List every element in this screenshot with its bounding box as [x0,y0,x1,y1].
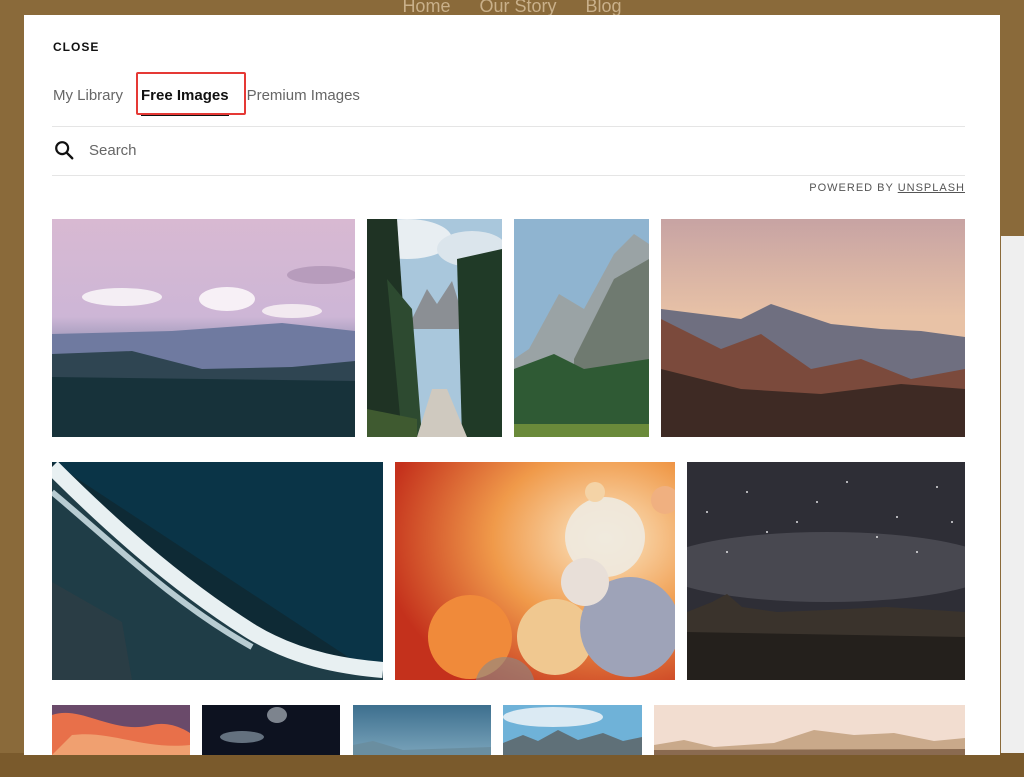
image-thumb[interactable] [353,705,491,755]
image-picker-modal: CLOSE My Library Free Images Premium Ima… [24,15,1000,755]
background-footer [0,753,1024,777]
powered-by-label: POWERED BY [809,182,894,194]
powered-by: POWERED BY UNSPLASH [809,182,965,194]
image-thumb[interactable] [395,462,675,680]
image-thumb[interactable] [503,705,642,755]
close-button[interactable]: CLOSE [53,40,99,54]
tabs-divider [52,126,965,127]
nav-our-story: Our Story [479,0,557,16]
image-thumb[interactable] [202,705,340,755]
nav-home: Home [402,0,451,16]
image-thumb[interactable] [687,462,965,680]
image-thumb[interactable] [52,705,190,755]
image-thumb[interactable] [52,462,383,680]
search-bar [53,139,791,161]
search-divider [52,175,965,176]
tab-my-library[interactable]: My Library [53,87,123,116]
search-input[interactable] [87,140,791,160]
background-panel [1001,236,1024,777]
nav-blog: Blog [585,0,622,16]
tab-premium-images[interactable]: Premium Images [247,87,360,116]
tab-highlight-box [136,72,246,115]
image-thumb[interactable] [52,219,355,437]
search-icon [55,141,74,160]
image-thumb[interactable] [514,219,649,437]
image-thumb[interactable] [367,219,502,437]
image-thumb[interactable] [661,219,965,437]
unsplash-link[interactable]: UNSPLASH [898,182,965,194]
image-thumb[interactable] [654,705,965,755]
